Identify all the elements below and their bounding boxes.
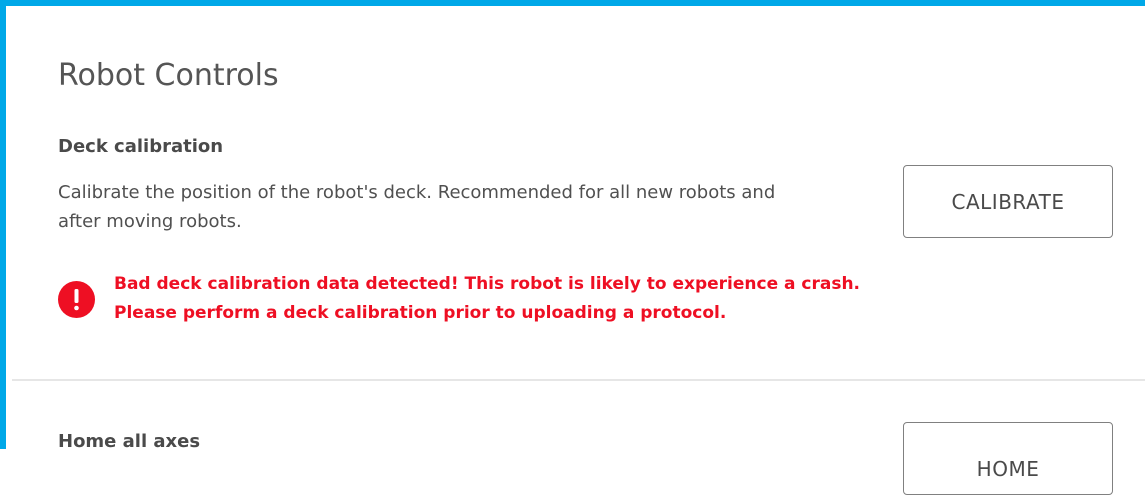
robot-controls-panel: Robot Controls Deck calibration Calibrat… (0, 0, 1145, 495)
deck-calibration-title: Deck calibration (58, 136, 224, 157)
warning-line-1: Bad deck calibration data detected! This… (114, 274, 861, 294)
calibration-warning-message: Bad deck calibration data detected! This… (114, 270, 994, 328)
warning-line-2: Please perform a deck calibration prior … (114, 303, 727, 323)
exclamation-circle-icon (58, 281, 95, 318)
home-button[interactable]: HOME (903, 422, 1113, 495)
calibrate-button[interactable]: CALIBRATE (903, 165, 1113, 238)
panel-title: Robot Controls (58, 58, 279, 93)
deck-calibration-description: Calibrate the position of the robot's de… (58, 182, 776, 232)
section-divider (12, 379, 1145, 381)
